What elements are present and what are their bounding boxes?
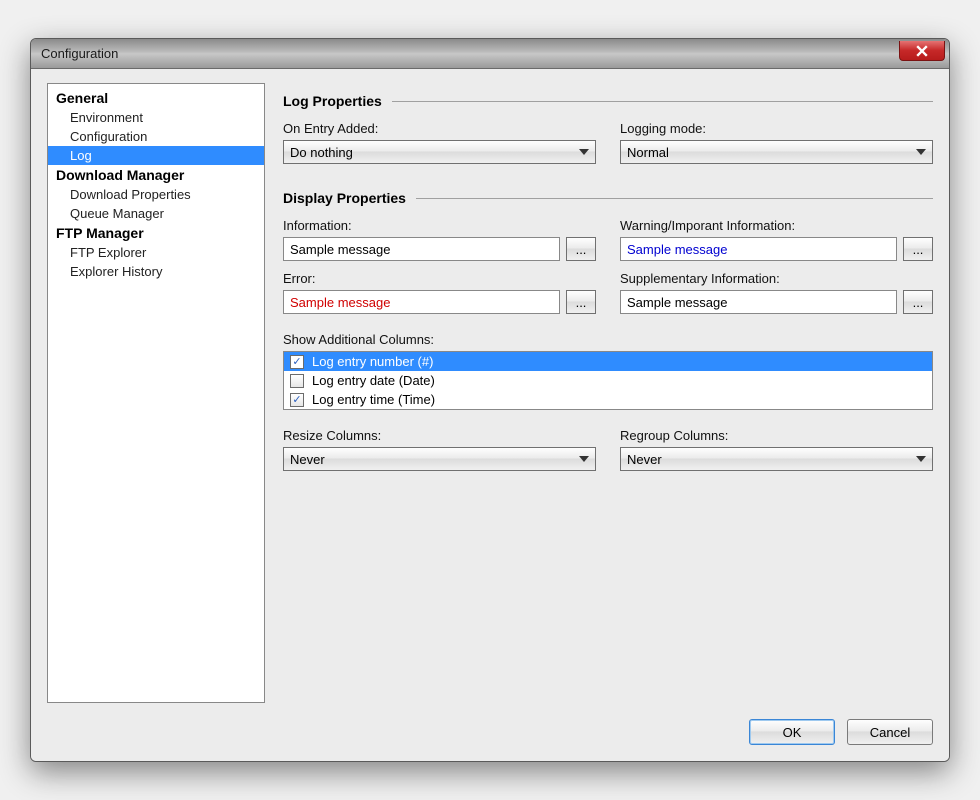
window-title: Configuration [41, 46, 118, 61]
cancel-button[interactable]: Cancel [847, 719, 933, 745]
display-properties-title: Display Properties [283, 190, 406, 206]
display-properties-header: Display Properties [283, 190, 933, 206]
error-browse-button[interactable]: ... [566, 290, 596, 314]
regroup-columns-label: Regroup Columns: [620, 428, 933, 443]
list-item[interactable]: ✓ Log entry number (#) [284, 352, 932, 371]
dialog-footer: OK Cancel [47, 719, 933, 745]
main-panel: Log Properties On Entry Added: Do nothin… [283, 83, 933, 703]
list-item-label: Log entry number (#) [312, 354, 433, 369]
sidebar-group-download-manager[interactable]: Download Manager [48, 165, 264, 185]
checkbox-icon[interactable] [290, 374, 304, 388]
warning-input[interactable]: Sample message [620, 237, 897, 261]
checkbox-icon[interactable]: ✓ [290, 355, 304, 369]
list-item-label: Log entry time (Time) [312, 392, 435, 407]
list-item[interactable]: Log entry date (Date) [284, 371, 932, 390]
regroup-columns-combo[interactable]: Never [620, 447, 933, 471]
close-icon [916, 45, 928, 57]
list-item-label: Log entry date (Date) [312, 373, 435, 388]
chevron-down-icon [916, 149, 926, 155]
supplementary-input[interactable]: Sample message [620, 290, 897, 314]
checkbox-icon[interactable]: ✓ [290, 393, 304, 407]
divider [392, 101, 933, 102]
divider [416, 198, 933, 199]
chevron-down-icon [579, 149, 589, 155]
information-browse-button[interactable]: ... [566, 237, 596, 261]
titlebar[interactable]: Configuration [31, 39, 949, 69]
log-properties-title: Log Properties [283, 93, 382, 109]
sidebar-item-environment[interactable]: Environment [48, 108, 264, 127]
logging-mode-combo[interactable]: Normal [620, 140, 933, 164]
warning-label: Warning/Imporant Information: [620, 218, 933, 233]
error-label: Error: [283, 271, 596, 286]
ok-button[interactable]: OK [749, 719, 835, 745]
show-additional-columns-label: Show Additional Columns: [283, 332, 434, 347]
on-entry-added-combo[interactable]: Do nothing [283, 140, 596, 164]
information-label: Information: [283, 218, 596, 233]
sidebar-item-download-properties[interactable]: Download Properties [48, 185, 264, 204]
error-input[interactable]: Sample message [283, 290, 560, 314]
sidebar-item-explorer-history[interactable]: Explorer History [48, 262, 264, 281]
window-body: General Environment Configuration Log Do… [31, 69, 949, 761]
information-input[interactable]: Sample message [283, 237, 560, 261]
sidebar-tree[interactable]: General Environment Configuration Log Do… [47, 83, 265, 703]
chevron-down-icon [916, 456, 926, 462]
log-properties-header: Log Properties [283, 93, 933, 109]
additional-columns-listbox[interactable]: ✓ Log entry number (#) Log entry date (D… [283, 351, 933, 410]
sidebar-item-ftp-explorer[interactable]: FTP Explorer [48, 243, 264, 262]
resize-columns-label: Resize Columns: [283, 428, 596, 443]
logging-mode-label: Logging mode: [620, 121, 933, 136]
chevron-down-icon [579, 456, 589, 462]
sidebar-group-general[interactable]: General [48, 88, 264, 108]
list-item[interactable]: ✓ Log entry time (Time) [284, 390, 932, 409]
close-button[interactable] [899, 41, 945, 61]
resize-columns-combo[interactable]: Never [283, 447, 596, 471]
supplementary-label: Supplementary Information: [620, 271, 933, 286]
sidebar-group-ftp-manager[interactable]: FTP Manager [48, 223, 264, 243]
sidebar-item-queue-manager[interactable]: Queue Manager [48, 204, 264, 223]
sidebar-item-log[interactable]: Log [48, 146, 264, 165]
supplementary-browse-button[interactable]: ... [903, 290, 933, 314]
on-entry-added-label: On Entry Added: [283, 121, 596, 136]
configuration-dialog: Configuration General Environment Config… [30, 38, 950, 762]
sidebar-item-configuration[interactable]: Configuration [48, 127, 264, 146]
warning-browse-button[interactable]: ... [903, 237, 933, 261]
